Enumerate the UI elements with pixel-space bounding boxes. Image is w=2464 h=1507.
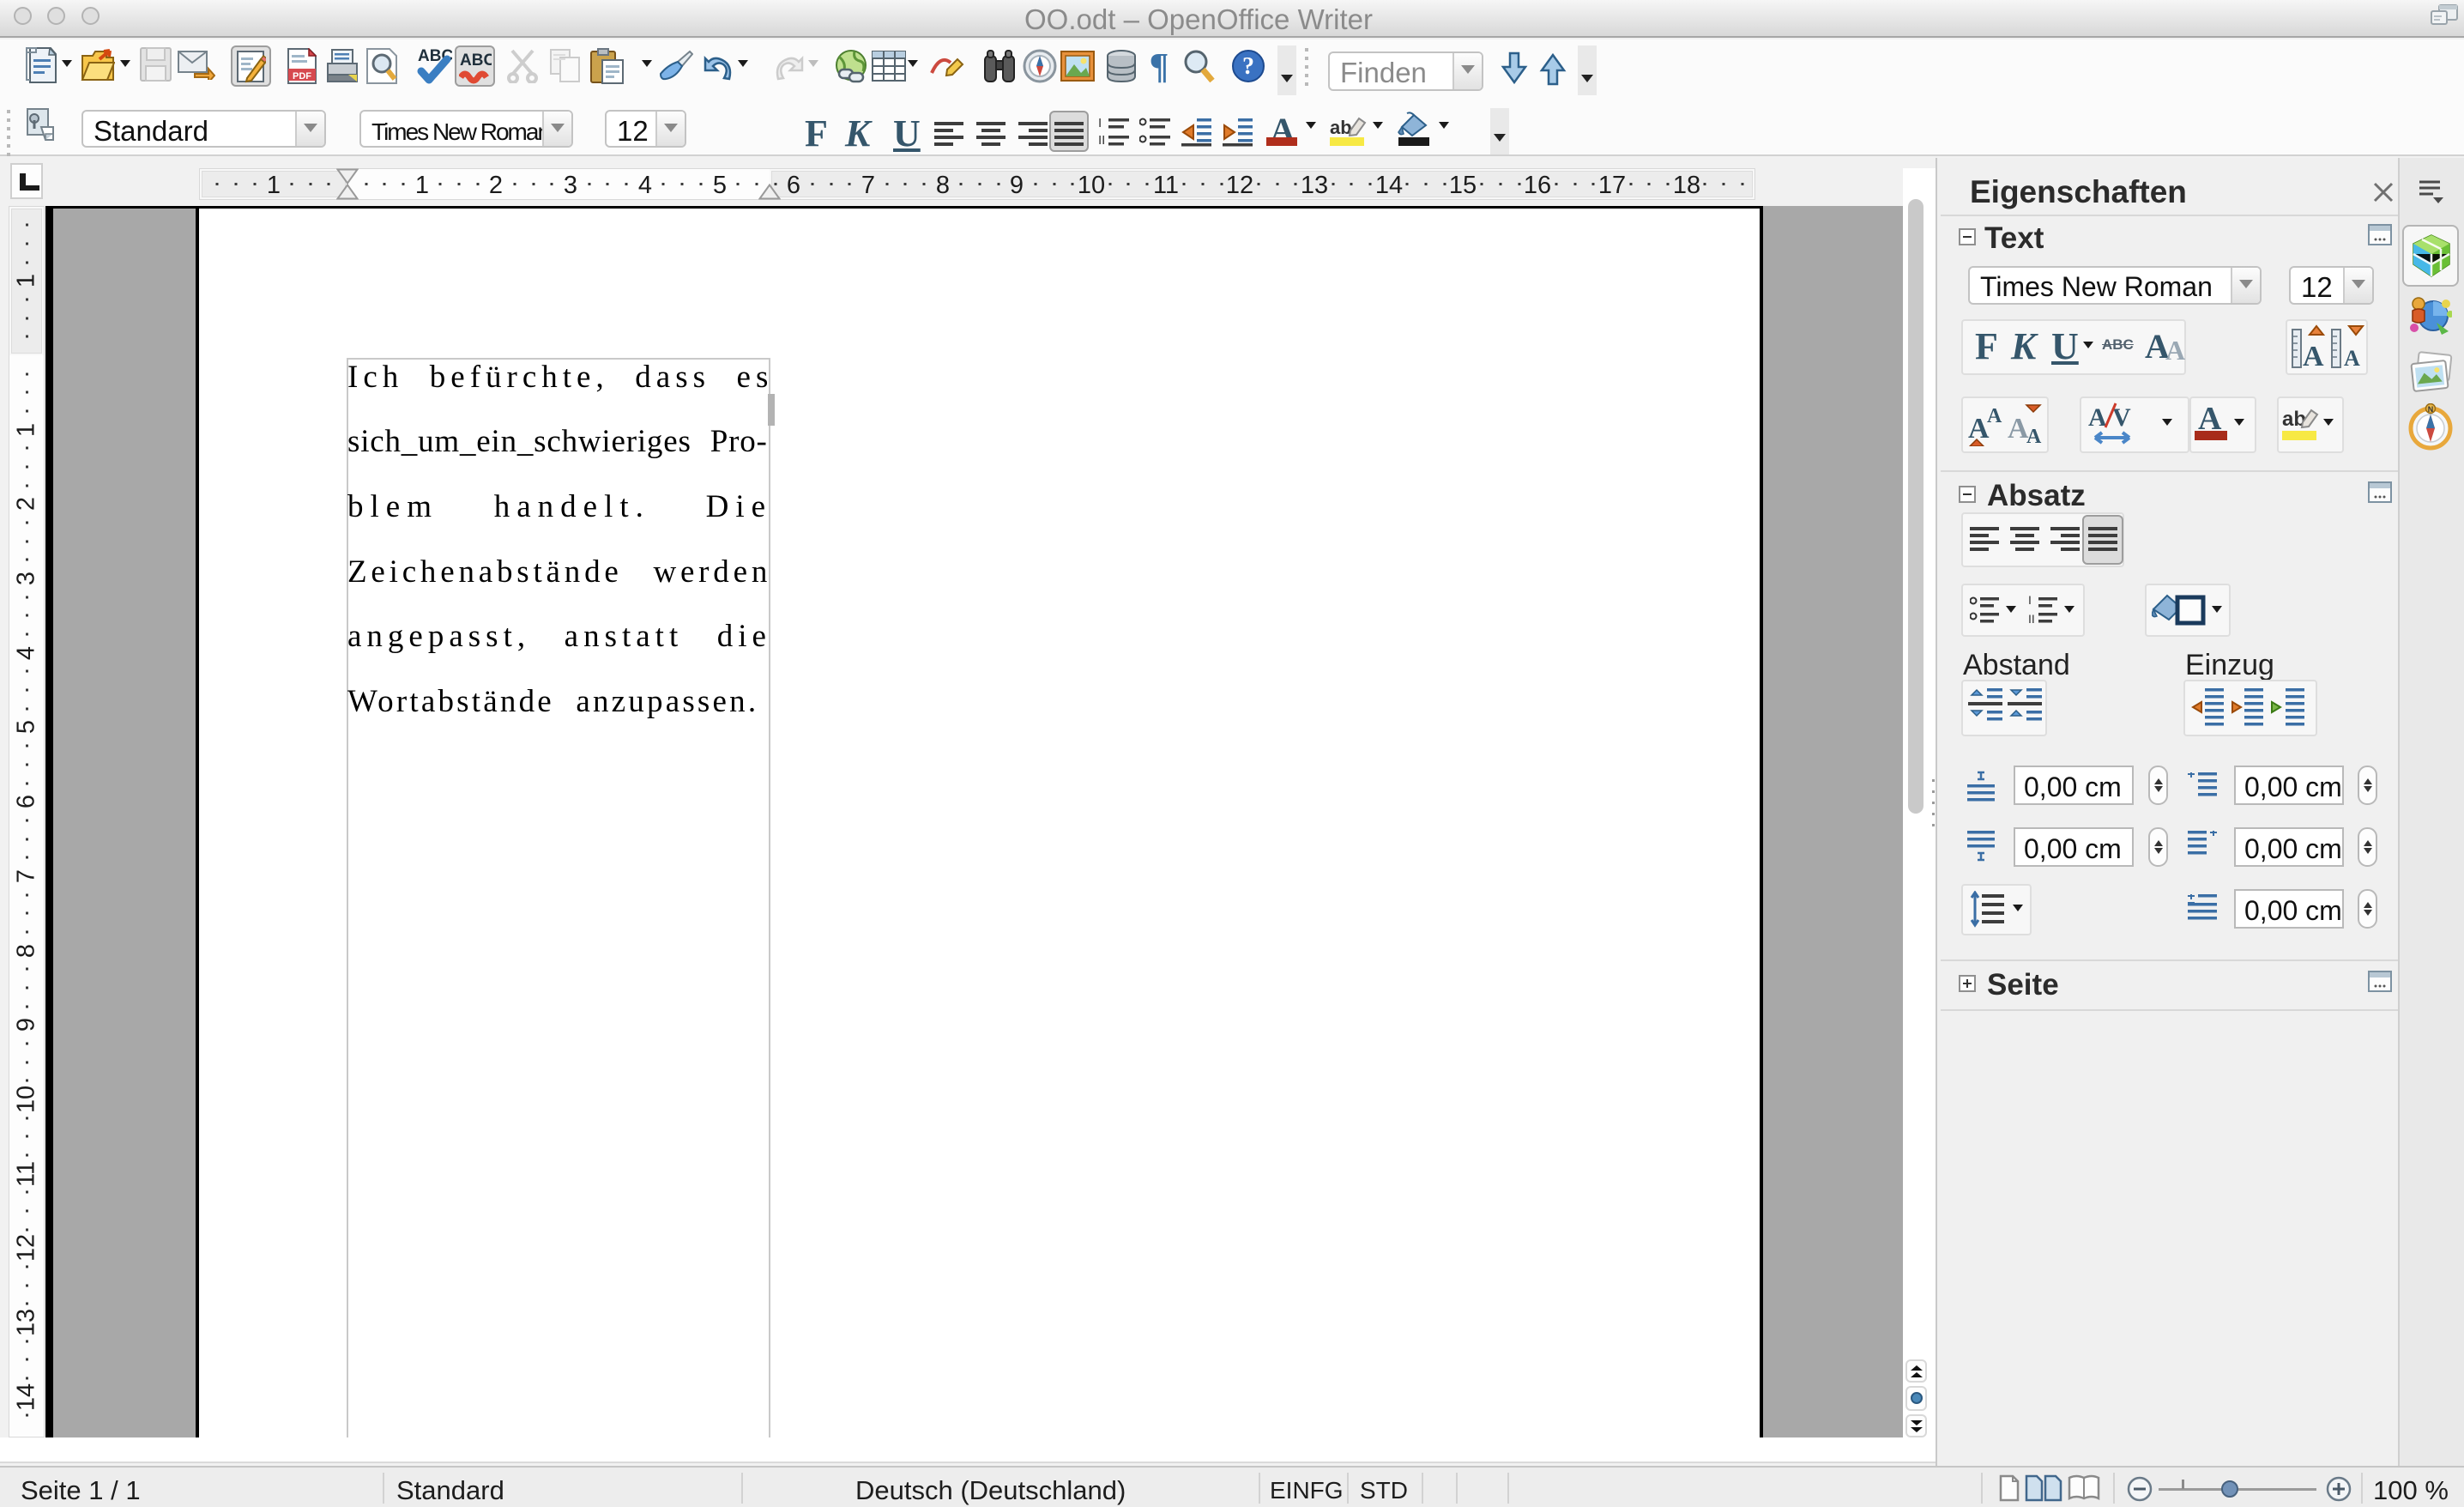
svg-text:A: A: [2026, 426, 2042, 446]
svg-text:I: I: [2028, 594, 2032, 607]
svg-text:N: N: [2428, 405, 2434, 414]
svg-text:II: II: [2028, 612, 2035, 626]
svg-text:A: A: [2303, 341, 2324, 369]
svg-text:A: A: [1987, 405, 2002, 427]
svg-text:A: A: [2344, 346, 2360, 369]
svg-text:A: A: [2088, 403, 2107, 432]
